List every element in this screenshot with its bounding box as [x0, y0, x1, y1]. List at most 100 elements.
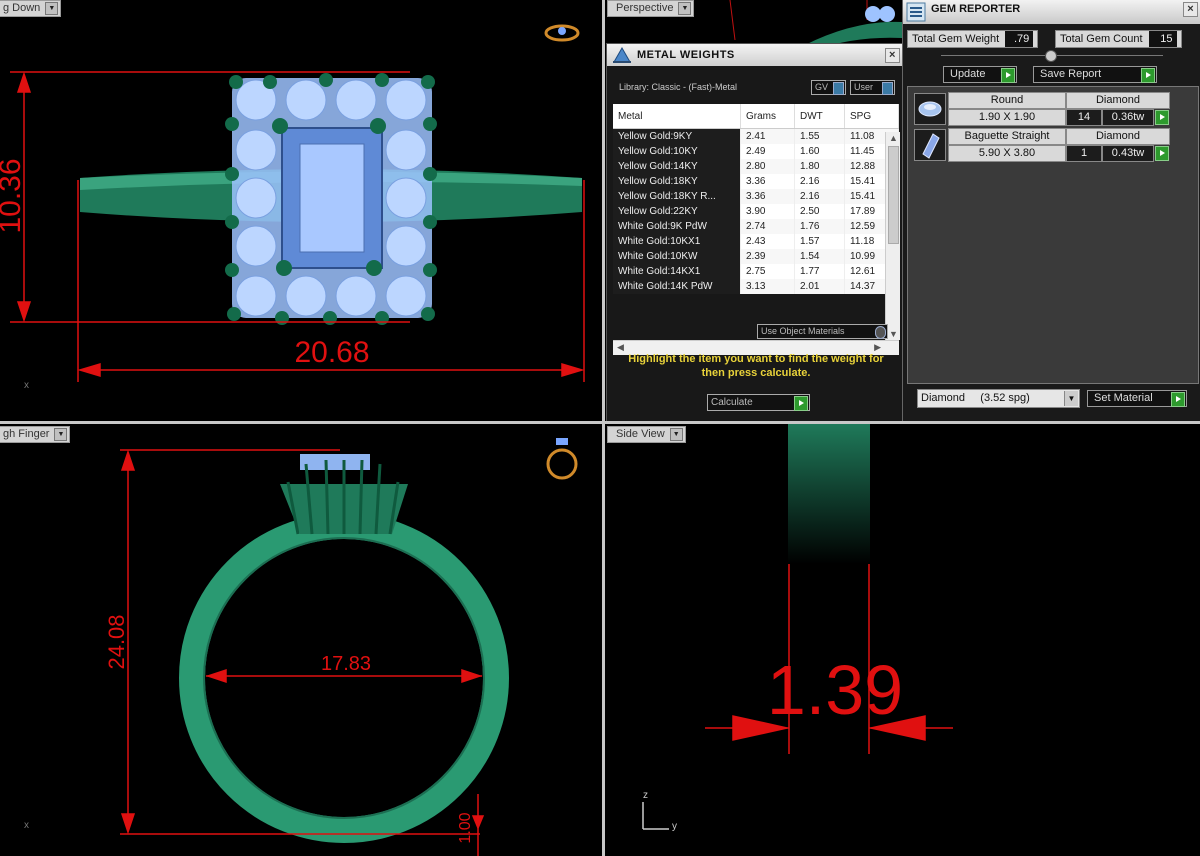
ring-top-view: 20.68 10.36 x	[0, 24, 585, 391]
use-object-materials-toggle[interactable]: Use Object Materials	[757, 324, 888, 339]
play-icon	[1141, 68, 1155, 83]
table-row[interactable]: Yellow Gold:18KY 3.36 2.16 15.41	[613, 174, 899, 189]
table-row[interactable]: Yellow Gold:10KY 2.49 1.60 11.45	[613, 144, 899, 159]
set-material-button[interactable]: Set Material	[1087, 390, 1187, 407]
dim-height-text: 24.08	[104, 614, 129, 669]
scroll-up-icon[interactable]: ▲	[889, 133, 898, 143]
gem-list: Round Diamond 1.90 X 1.90 14 0.36tw Bagu…	[907, 86, 1199, 384]
instruction-message: Highlight the item you want to find the …	[628, 353, 884, 379]
table-row[interactable]: Yellow Gold:9KY 2.41 1.55 11.08	[613, 128, 899, 144]
dwt-cell: 1.55	[794, 128, 845, 144]
dwt-cell: 1.77	[794, 264, 845, 279]
grams-cell: 2.75	[740, 264, 795, 279]
col-metal[interactable]: Metal	[613, 104, 741, 129]
metal-cell: Yellow Gold:22KY	[613, 204, 741, 219]
close-icon[interactable]: ×	[885, 48, 900, 63]
weight-slider[interactable]	[941, 50, 1163, 62]
gem-material: Diamond	[1066, 128, 1170, 145]
metal-cell: White Gold:10KW	[613, 249, 741, 264]
metal-weights-titlebar[interactable]: METAL WEIGHTS ×	[607, 44, 903, 66]
chevron-down-icon[interactable]: ▼	[1064, 391, 1078, 406]
col-spg[interactable]: SPG	[844, 104, 899, 129]
metal-cell: White Gold:9K PdW	[613, 219, 741, 234]
viewport-side[interactable]: 1.39 z y Side View ▼	[605, 424, 1200, 856]
chevron-down-icon[interactable]: ▼	[678, 2, 692, 15]
viewport-front[interactable]: 24.08 17.83 1.00 x gh Finger ▼	[0, 424, 602, 856]
close-icon[interactable]: ×	[1183, 2, 1198, 17]
col-dwt[interactable]: DWT	[794, 104, 845, 129]
ring-front-view: 24.08 17.83 1.00 x	[24, 438, 578, 856]
gem-size: 1.90 X 1.90	[948, 109, 1066, 126]
grams-cell: 3.36	[740, 174, 795, 189]
dim-thickness-text: 1.39	[767, 651, 903, 729]
user-toggle[interactable]: User	[850, 80, 895, 95]
table-row[interactable]: White Gold:10KW 2.39 1.54 10.99	[613, 249, 899, 264]
viewport-top[interactable]: 20.68 10.36 x g Down ▼	[0, 0, 602, 421]
col-grams[interactable]: Grams	[740, 104, 795, 129]
table-row[interactable]: White Gold:14K PdW 3.13 2.01 14.37	[613, 279, 899, 294]
metal-cell: Yellow Gold:18KY R...	[613, 189, 741, 204]
metal-weights-logo-icon	[613, 46, 631, 63]
gem-reporter-titlebar[interactable]: GEM REPORTER ×	[903, 0, 1200, 24]
gem-weight: 0.43tw	[1102, 145, 1154, 162]
table-row[interactable]: Yellow Gold:14KY 2.80 1.80 12.88	[613, 159, 899, 174]
chevron-down-icon[interactable]: ▼	[45, 2, 59, 15]
gem-material: Diamond	[1066, 92, 1170, 109]
gem-size: 5.90 X 3.80	[948, 145, 1066, 162]
save-report-button[interactable]: Save Report	[1033, 66, 1157, 83]
total-gem-count: Total Gem Count 15	[1055, 30, 1182, 48]
material-select[interactable]: Diamond (3.52 spg) ▼	[917, 389, 1080, 408]
slider-handle-icon[interactable]	[1045, 50, 1057, 62]
total-gem-weight: Total Gem Weight .79	[907, 30, 1039, 48]
grams-cell: 3.90	[740, 204, 795, 219]
dwt-cell: 1.57	[794, 234, 845, 249]
table-row[interactable]: Yellow Gold:18KY R... 3.36 2.16 15.41	[613, 189, 899, 204]
gem-go-button[interactable]	[1155, 146, 1169, 161]
dim-thickness-text: 1.00	[457, 812, 474, 843]
viewport-label-front[interactable]: gh Finger ▼	[0, 426, 71, 443]
gem-count: 1	[1066, 145, 1102, 162]
dwt-cell: 1.54	[794, 249, 845, 264]
table-scrollbar-vertical[interactable]: ▲ ▼	[885, 132, 900, 340]
grams-cell: 2.80	[740, 159, 795, 174]
calculate-button[interactable]: Calculate	[707, 394, 810, 411]
update-button[interactable]: Update	[943, 66, 1017, 83]
play-icon	[1001, 68, 1015, 83]
metal-cell: Yellow Gold:18KY	[613, 174, 741, 189]
gem-cut: Round	[948, 92, 1066, 109]
gem-reporter-panel: GEM REPORTER × Total Gem Weight .79 Total…	[902, 0, 1200, 421]
metal-cell: Yellow Gold:14KY	[613, 159, 741, 174]
viewport-label-perspective[interactable]: Perspective ▼	[607, 0, 695, 17]
dwt-cell: 2.16	[794, 174, 845, 189]
viewport-label-side[interactable]: Side View ▼	[607, 426, 686, 443]
chevron-down-icon[interactable]: ▼	[54, 428, 68, 441]
gv-toggle[interactable]: GV	[811, 80, 846, 95]
metal-cell: White Gold:14KX1	[613, 264, 741, 279]
viewport-divider-vertical[interactable]	[602, 0, 605, 856]
gem-weight: 0.36tw	[1102, 109, 1154, 126]
table-row[interactable]: White Gold:9K PdW 2.74 1.76 12.59	[613, 219, 899, 234]
gem-count: 14	[1066, 109, 1102, 126]
gem-row-round[interactable]: Round Diamond 1.90 X 1.90 14 0.36tw	[912, 91, 1194, 126]
gem-row-baguette[interactable]: Baguette Straight Diamond 5.90 X 3.80 1 …	[912, 127, 1194, 162]
viewport-divider-horizontal[interactable]	[0, 421, 1200, 424]
baguette-gem-icon	[914, 129, 946, 161]
chevron-down-icon[interactable]: ▼	[669, 428, 683, 441]
dwt-cell: 2.50	[794, 204, 845, 219]
dwt-cell: 2.01	[794, 279, 845, 294]
play-icon	[794, 396, 808, 411]
metal-cell: Yellow Gold:9KY	[613, 128, 741, 144]
metal-cell: Yellow Gold:10KY	[613, 144, 741, 159]
viewport-label-top[interactable]: g Down ▼	[0, 0, 62, 17]
gem-go-button[interactable]	[1155, 110, 1169, 125]
grams-cell: 3.36	[740, 189, 795, 204]
table-row[interactable]: White Gold:14KX1 2.75 1.77 12.61	[613, 264, 899, 279]
table-row[interactable]: Yellow Gold:22KY 3.90 2.50 17.89	[613, 204, 899, 219]
scrollbar-thumb[interactable]	[888, 146, 899, 244]
axis-gizmo-icon	[642, 802, 669, 830]
metal-cell: White Gold:10KX1	[613, 234, 741, 249]
grams-cell: 3.13	[740, 279, 795, 294]
scroll-down-icon[interactable]: ▼	[889, 329, 898, 339]
table-row[interactable]: White Gold:10KX1 2.43 1.57 11.18	[613, 234, 899, 249]
metal-cell: White Gold:14K PdW	[613, 279, 741, 294]
